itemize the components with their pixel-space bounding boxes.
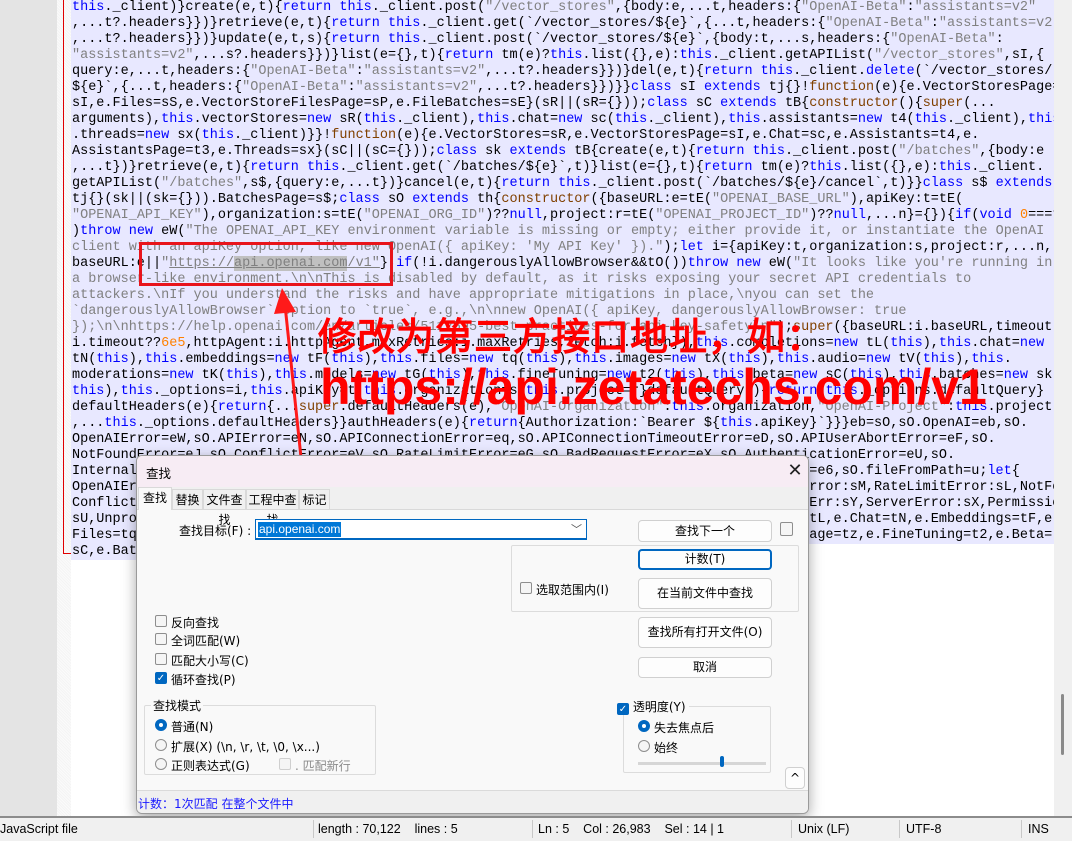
code-line[interactable]: getAPIList("/batches",s$,{query:e,...t})… (71, 176, 1054, 192)
transparency-slider-thumb[interactable] (720, 756, 724, 767)
code-line[interactable]: query:e,...t,headers:{"OpenAI-Beta":"ass… (71, 64, 1054, 80)
status-bar: JavaScript file length : 70,122 lines : … (0, 816, 1072, 841)
transparency-slider[interactable] (638, 762, 766, 765)
transparency-on-lose-focus-label: 失去焦点后 (654, 721, 715, 735)
mode-extended-radio[interactable] (155, 739, 167, 751)
whole-word-checkbox[interactable] (155, 633, 167, 645)
match-case-checkbox[interactable] (155, 653, 167, 665)
code-line[interactable]: )throw new eW("The OPENAI_API_KEY enviro… (71, 224, 1054, 240)
status-divider (791, 820, 792, 838)
transparency-always-label: 始终 (654, 741, 679, 755)
line-number-margin (0, 0, 57, 817)
scrollbar-thumb[interactable] (1061, 694, 1064, 755)
dialog-tabs: 查找 替换 文件查找 工程中查找 标记 (137, 487, 808, 527)
whole-word-label: 全词匹配(W) (171, 634, 241, 648)
status-divider (1021, 820, 1022, 838)
find-next-option-checkbox[interactable] (780, 522, 793, 536)
code-line[interactable]: sI,e.Files=sS,e.VectorStoreFilesPage=sP,… (71, 96, 1054, 112)
tab-mark[interactable]: 标记 (299, 489, 330, 509)
code-line[interactable]: ,...t?.headers}})}update(e,t,s){return t… (71, 32, 1054, 48)
mode-regex-label: 正则表达式(G) (171, 759, 250, 773)
code-line[interactable]: ${e}`,{...t,headers:{"OpenAI-Beta":"assi… (71, 80, 1054, 96)
find-what-label: 查找目标(F) : (179, 524, 252, 538)
fold-marker-line (63, 0, 64, 553)
find-what-value: api.openai.com (258, 522, 342, 537)
cancel-button[interactable]: 取消 (638, 657, 772, 678)
status-divider (532, 820, 533, 838)
code-line[interactable]: this._client)}create(e,t){return this._c… (71, 0, 1054, 16)
transparency-on-lose-focus-radio[interactable] (638, 720, 650, 732)
dialog-status-bar: 计数：1次匹配 在整个文件中 (137, 790, 808, 813)
code-line[interactable]: attackers.\nIf you understand the risks … (71, 288, 1054, 304)
wrap-around-label: 循环查找(P) (171, 673, 236, 687)
transparency-label: 透明度(Y) (632, 700, 686, 714)
in-selection-checkbox[interactable] (520, 582, 532, 594)
code-line[interactable]: ,...t})}retrieve(e,t){return this._clien… (71, 160, 1054, 176)
close-icon[interactable]: ✕ (782, 458, 808, 484)
code-line[interactable]: "OPENAI_API_KEY"),organization:s=tE("OPE… (71, 208, 1054, 224)
annotation-url: https://api.zetatechs.com/v1 (320, 359, 987, 415)
dialog-titlebar[interactable] (137, 456, 808, 487)
backward-checkbox[interactable] (155, 615, 167, 627)
in-selection-label: 选取范围内(I) (536, 583, 609, 597)
code-line[interactable]: OpenAIError=eW,sO.APIError=eN,sO.APIConn… (71, 432, 1054, 448)
find-dialog: 查找 ✕ 查找 替换 文件查找 工程中查找 标记 查找目标(F) : api.o… (136, 455, 809, 814)
mode-extended-label: 扩展(X) (\n, \r, \t, \0, \x...) (171, 740, 320, 754)
transparency-checkbox[interactable]: ✓ (617, 703, 629, 715)
tab-find-in-projects[interactable]: 工程中查找 (246, 489, 299, 527)
mode-normal-radio[interactable] (155, 719, 167, 731)
find-what-input[interactable]: api.openai.com ﹀ (255, 519, 587, 540)
find-next-button[interactable]: 查找下一个 (638, 520, 772, 542)
code-line[interactable]: ,...t?.headers}})}retrieve(e,t){return t… (71, 16, 1054, 32)
transparency-always-radio[interactable] (638, 740, 650, 752)
transparency-legend: ✓ 透明度(Y) (615, 698, 689, 715)
fold-margin[interactable] (57, 0, 71, 817)
code-line[interactable]: ,...this._options.defaultHeaders}}authHe… (71, 416, 1054, 432)
backward-label: 反向查找 (171, 616, 220, 630)
status-length-lines: length : 70,122 lines : 5 (318, 822, 458, 836)
search-mode-legend: 查找模式 (151, 697, 204, 714)
wrap-around-checkbox[interactable]: ✓ (155, 672, 167, 684)
chevron-down-icon[interactable]: ﹀ (571, 521, 582, 537)
code-line[interactable]: "assistants=v2",...s?.headers}})}list(e=… (71, 48, 1054, 64)
annotation-highlight-box (139, 242, 393, 286)
status-divider (313, 820, 314, 838)
status-divider (899, 820, 900, 838)
dot-matches-newline-label: . 匹配新行 (295, 759, 351, 773)
mode-normal-label: 普通(N) (171, 720, 214, 734)
count-button[interactable]: 计数(T) (638, 549, 772, 570)
dialog-status-text: 计数：1次匹配 在整个文件中 (138, 797, 294, 811)
status-position: Ln : 5 Col : 26,983 Sel : 14 | 1 (538, 822, 724, 836)
tab-find-in-files[interactable]: 文件查找 (203, 489, 246, 527)
code-line[interactable]: tj{}(sk||(sk={})).BatchesPage=s$;class s… (71, 192, 1054, 208)
fold-marker-end (63, 553, 71, 554)
annotation-text: 修改为第三方接口地址，如： (318, 315, 826, 359)
status-insert-mode[interactable]: INS (1028, 822, 1049, 836)
match-case-label: 匹配大小写(C) (171, 654, 249, 668)
tab-find[interactable]: 查找 (138, 487, 172, 510)
code-line[interactable]: .threads=new sx(this._client)}}!function… (71, 128, 1054, 144)
code-line[interactable]: AssistantsPage=t3,e.Threads=sx}(sC||(sC=… (71, 144, 1054, 160)
dialog-title: 查找 (146, 466, 172, 481)
status-encoding[interactable]: UTF-8 (906, 822, 941, 836)
status-eol[interactable]: Unix (LF) (798, 822, 849, 836)
find-all-in-current-button[interactable]: 在当前文件中查找 (638, 578, 772, 609)
code-line[interactable]: arguments),this.vectorStores=new sR(this… (71, 112, 1054, 128)
collapse-button[interactable]: ^ (785, 767, 805, 789)
find-all-in-open-files-button[interactable]: 查找所有打开文件(O) (638, 617, 772, 648)
status-file-type: JavaScript file (0, 822, 78, 836)
dot-matches-newline-checkbox[interactable] (279, 758, 291, 770)
mode-regex-radio[interactable] (155, 758, 167, 770)
tab-replace[interactable]: 替换 (172, 489, 203, 509)
